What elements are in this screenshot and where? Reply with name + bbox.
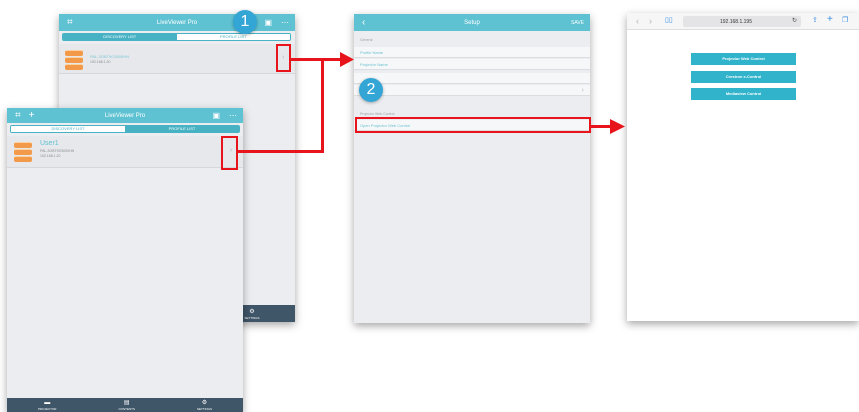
forward-arrow-icon[interactable]: › [649, 16, 652, 26]
mediaview-control-button[interactable]: Mediaview Control [691, 88, 796, 100]
projector-tab-icon: ▬ [44, 399, 51, 406]
gear-icon: ⚙ [201, 400, 208, 406]
reload-icon[interactable]: ↻ [792, 17, 797, 24]
tab-contents[interactable]: ▤ CONTENTS [118, 399, 135, 411]
tab-projector[interactable]: ▬ PROJECTOR [38, 400, 56, 411]
crestron-control-button[interactable]: Crestron e-Control [691, 71, 796, 83]
profile-name-field[interactable]: Profile Name [354, 47, 590, 58]
edit-icon[interactable]: ▣ [212, 111, 220, 120]
arrow-head-icon [340, 52, 354, 67]
profile-screen: ⌗ + LiveViewer Pro ▣ ⋯ DISCOVERY LIST PROF… [7, 108, 243, 412]
web-control-highlight [355, 117, 591, 133]
scan-icon[interactable]: ⌗ [15, 110, 21, 121]
tabs-icon[interactable]: ❐ [842, 16, 848, 24]
new-tab-icon[interactable]: + [827, 14, 833, 25]
discovery-device-row[interactable]: PAL-3OBT9O3000HN 192.168.1.20 › [59, 44, 295, 74]
scan-icon[interactable]: ⌗ [67, 17, 73, 28]
profile-chevron-highlight [221, 136, 238, 170]
more-icon[interactable]: ⋯ [229, 111, 237, 120]
settings-tab-label: SETTINGS [244, 315, 260, 320]
bookmarks-icon[interactable]: ▯▯ [665, 16, 673, 24]
callout-badge-2: 2 [359, 78, 383, 102]
add-icon[interactable]: + [29, 110, 35, 121]
back-icon[interactable]: ‹ [362, 14, 365, 31]
discovery-device-name: PAL-3OBT9O3000HN [90, 54, 130, 59]
browser-toolbar: ‹ › ▯▯ 192.168.1.195 ↻ ⇪ + ❐ [627, 13, 859, 30]
projector-icon [65, 50, 83, 70]
setup-title-bar: ‹ Setup SAVE [354, 14, 590, 31]
tab-profile-list[interactable]: PROFILE LIST [125, 126, 239, 132]
tab-discovery-list[interactable]: DISCOVERY LIST [11, 126, 125, 132]
arrow-head-icon [610, 119, 625, 134]
tab-settings[interactable]: ⚙ SETTINGS [197, 399, 212, 411]
discovery-chevron-highlight [276, 44, 291, 72]
projector-icon [14, 142, 32, 162]
edit-icon[interactable]: ▣ [264, 18, 272, 27]
setup-field-4[interactable]: › [354, 85, 590, 96]
projector-web-control-button[interactable]: Projector Web Control [691, 53, 796, 65]
profile-device-row[interactable]: User1 PAL-3OBT9O3000HN 192.168.1.20 › [7, 136, 243, 168]
browser-screen: ‹ › ▯▯ 192.168.1.195 ↻ ⇪ + ❐ Projector W… [627, 13, 859, 321]
discovery-app-title: LiveViewer Pro [156, 19, 198, 26]
contents-tab-label: CONTENTS [118, 407, 135, 411]
connector-line [238, 150, 324, 153]
profile-segment: DISCOVERY LIST PROFILE LIST [10, 125, 240, 133]
tab-profile-list[interactable]: PROFILE LIST [176, 34, 290, 40]
back-arrow-icon[interactable]: ‹ [636, 16, 639, 26]
settings-tab-label: SETTINGS [196, 407, 212, 411]
projector-tab-label: PROJECTOR [38, 406, 57, 411]
profile-name: User1 [40, 140, 59, 147]
callout-badge-1: 1 [233, 10, 257, 34]
tab-discovery-list[interactable]: DISCOVERY LIST [63, 34, 177, 40]
share-icon[interactable]: ⇪ [812, 16, 818, 24]
discovery-title-bar: ⌗ LiveViewer Pro ▣ ⋯ [59, 14, 295, 31]
profile-device-id: PAL-3OBT9O3000HN [40, 149, 75, 153]
more-icon[interactable]: ⋯ [281, 18, 289, 27]
setup-title: Setup [464, 19, 480, 26]
general-section-label: General [360, 38, 373, 42]
discovery-device-ip: 192.168.1.20 [90, 60, 111, 64]
connector-line [591, 125, 612, 128]
web-control-section-label: Projector Web Control [360, 112, 395, 116]
profile-app-title: LiveViewer Pro [104, 112, 146, 119]
url-text: 192.168.1.195 [720, 19, 752, 25]
projector-name-field[interactable]: Projector Name [354, 59, 590, 70]
setup-screen: ‹ Setup SAVE General Profile Name Projec… [354, 14, 590, 323]
save-button[interactable]: SAVE [571, 20, 584, 26]
connector-line [291, 58, 323, 61]
gear-icon: ⚙ [249, 308, 255, 315]
profile-device-ip: 192.168.1.20 [40, 154, 61, 158]
chevron-right-icon: › [581, 87, 584, 94]
discovery-segment: DISCOVERY LIST PROFILE LIST [62, 33, 291, 41]
document-icon: ▤ [123, 400, 130, 406]
connector-line [321, 58, 324, 152]
setup-field-3[interactable] [354, 73, 590, 84]
profile-tab-bar: ▬ PROJECTOR ▤ CONTENTS ⚙ SETTINGS [7, 398, 243, 412]
profile-title-bar: ⌗ + LiveViewer Pro ▣ ⋯ [7, 108, 243, 123]
tab-settings[interactable]: ⚙ SETTINGS [244, 308, 259, 320]
